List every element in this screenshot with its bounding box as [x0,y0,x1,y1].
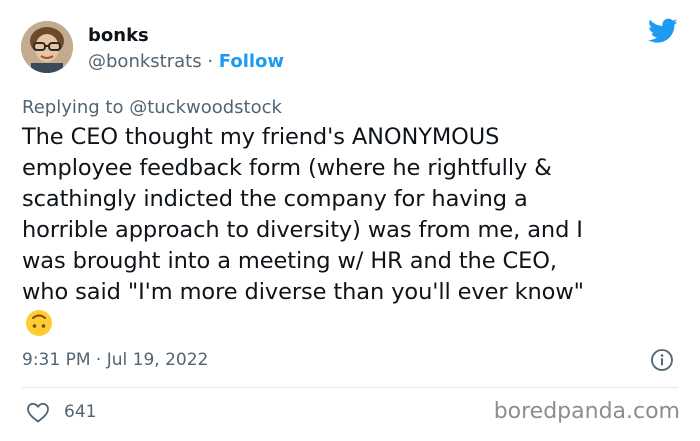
author-handle[interactable]: @bonkstrats [88,51,202,72]
tweet-timestamp[interactable]: 9:31 PM · Jul 19, 2022 [22,350,208,370]
avatar[interactable] [21,21,73,73]
follow-button[interactable]: Follow [219,51,284,72]
avatar-image [21,21,73,73]
replying-to-line: Replying to @tuckwoodstock [22,97,282,118]
twitter-bird-icon[interactable] [648,18,678,44]
author-display-name[interactable]: bonks [88,25,149,46]
info-icon[interactable] [650,348,674,372]
upside-down-face-emoji [26,310,52,336]
separator-dot: · [207,51,214,72]
divider [22,387,678,388]
author-handle-row: @bonkstrats · Follow [88,51,284,72]
heart-icon[interactable] [26,401,50,423]
like-count: 641 [64,402,97,422]
watermark: boredpanda.com [493,399,680,424]
reply-mention-link[interactable]: @tuckwoodstock [129,97,282,118]
tweet-text: The CEO thought my friend's ANONYMOUS em… [22,124,584,305]
replying-prefix: Replying to [22,97,124,118]
